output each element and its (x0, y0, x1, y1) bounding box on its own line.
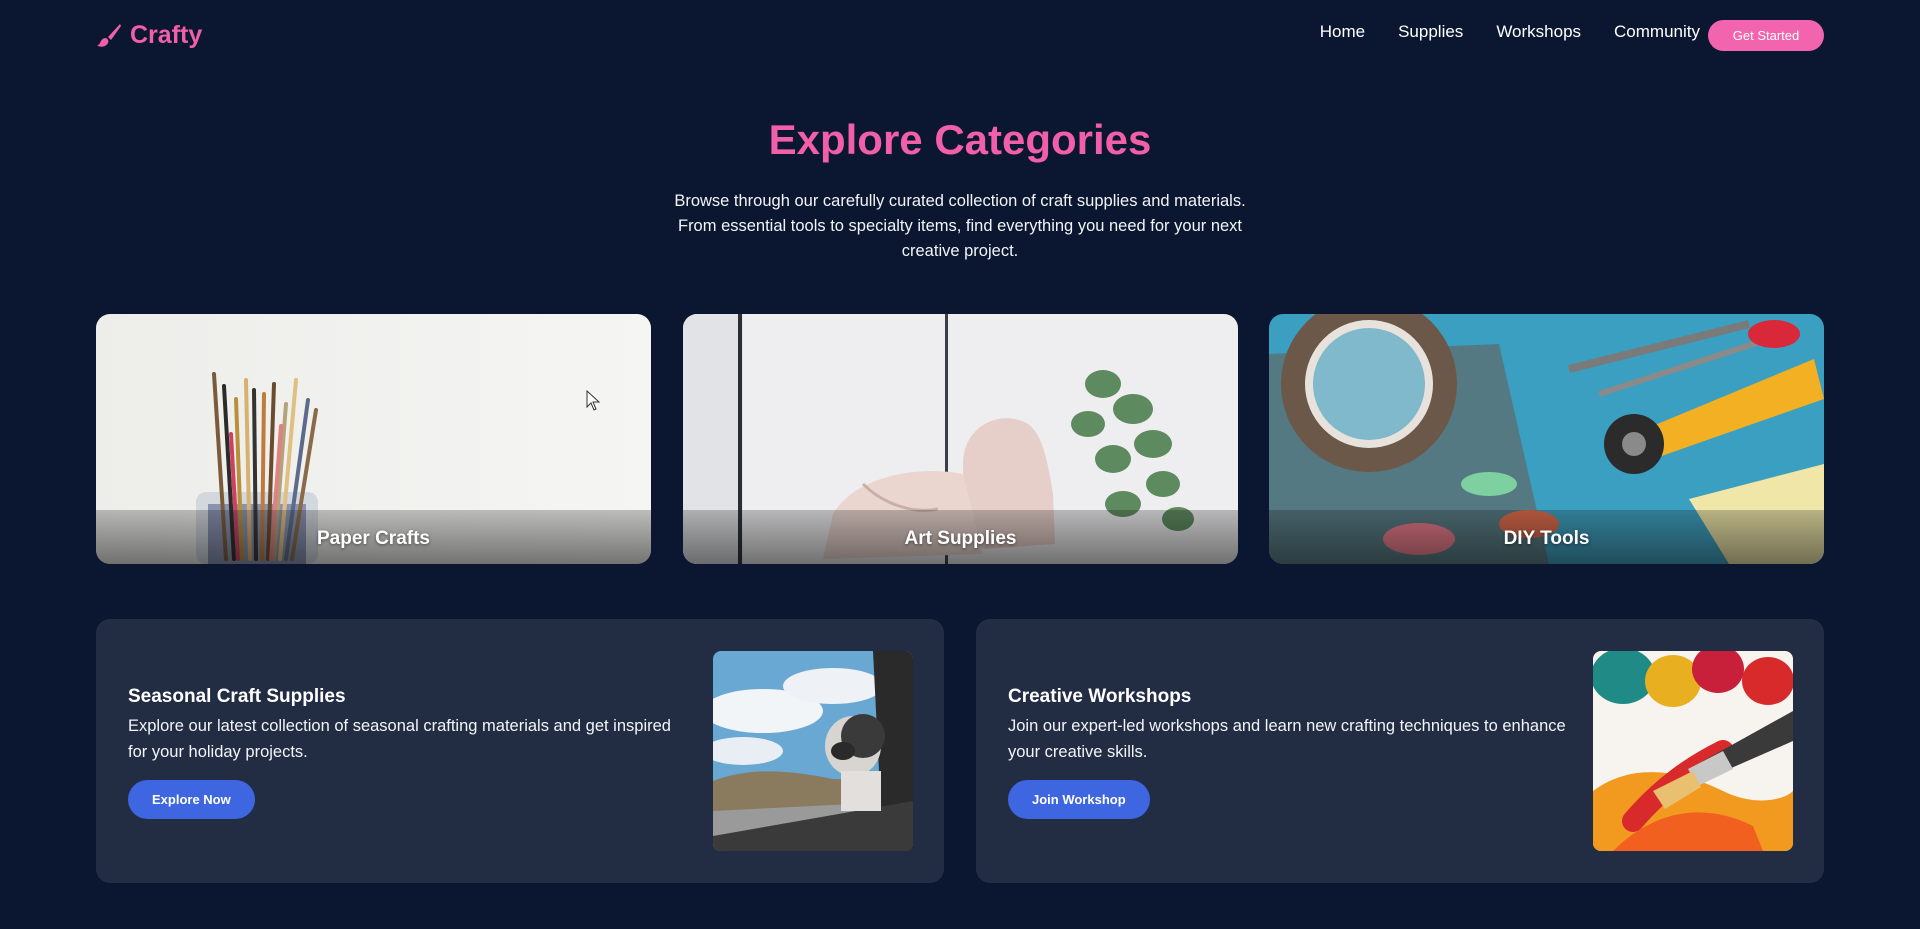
top-nav: Crafty Home Supplies Workshops Community… (0, 0, 1920, 70)
nav-link-home[interactable]: Home (1320, 22, 1365, 42)
paintbrush-icon (97, 24, 121, 47)
nav-link-community[interactable]: Community (1614, 22, 1700, 42)
promo-text: Explore our latest collection of seasona… (128, 717, 671, 761)
promo-title: Seasonal Craft Supplies (128, 686, 346, 707)
join-workshop-button[interactable]: Join Workshop (1008, 780, 1150, 819)
nav-link-workshops[interactable]: Workshops (1496, 22, 1581, 42)
dog-in-car-window-image (713, 651, 913, 851)
category-card-diy-tools[interactable]: DIY Tools (1269, 314, 1824, 564)
promo-creative-workshops: Creative Workshops Join our expert-led w… (976, 619, 1824, 883)
nav-link-supplies[interactable]: Supplies (1398, 22, 1463, 42)
category-card-paper-crafts[interactable]: Paper Crafts (96, 314, 651, 564)
promo-text: Join our expert-led workshops and learn … (1008, 717, 1566, 761)
get-started-button[interactable]: Get Started (1708, 20, 1824, 51)
category-label: DIY Tools (1503, 528, 1590, 549)
category-label: Art Supplies (904, 528, 1017, 549)
page-title: Explore Categories (768, 116, 1152, 163)
paint-brush-image (1593, 651, 1793, 851)
promo-title: Creative Workshops (1008, 686, 1192, 707)
mouse-cursor-icon (586, 390, 601, 411)
promo-seasonal-supplies: Seasonal Craft Supplies Explore our late… (96, 619, 944, 883)
page-subtitle: Browse through our carefully curated col… (674, 192, 1246, 260)
category-label: Paper Crafts (317, 528, 430, 549)
explore-now-button[interactable]: Explore Now (128, 780, 255, 819)
category-card-art-supplies[interactable]: Art Supplies (683, 314, 1238, 564)
brand-name: Crafty (130, 20, 203, 49)
brand-logo[interactable]: Crafty (96, 18, 202, 52)
nav-links: Home Supplies Workshops Community (1320, 22, 1700, 42)
